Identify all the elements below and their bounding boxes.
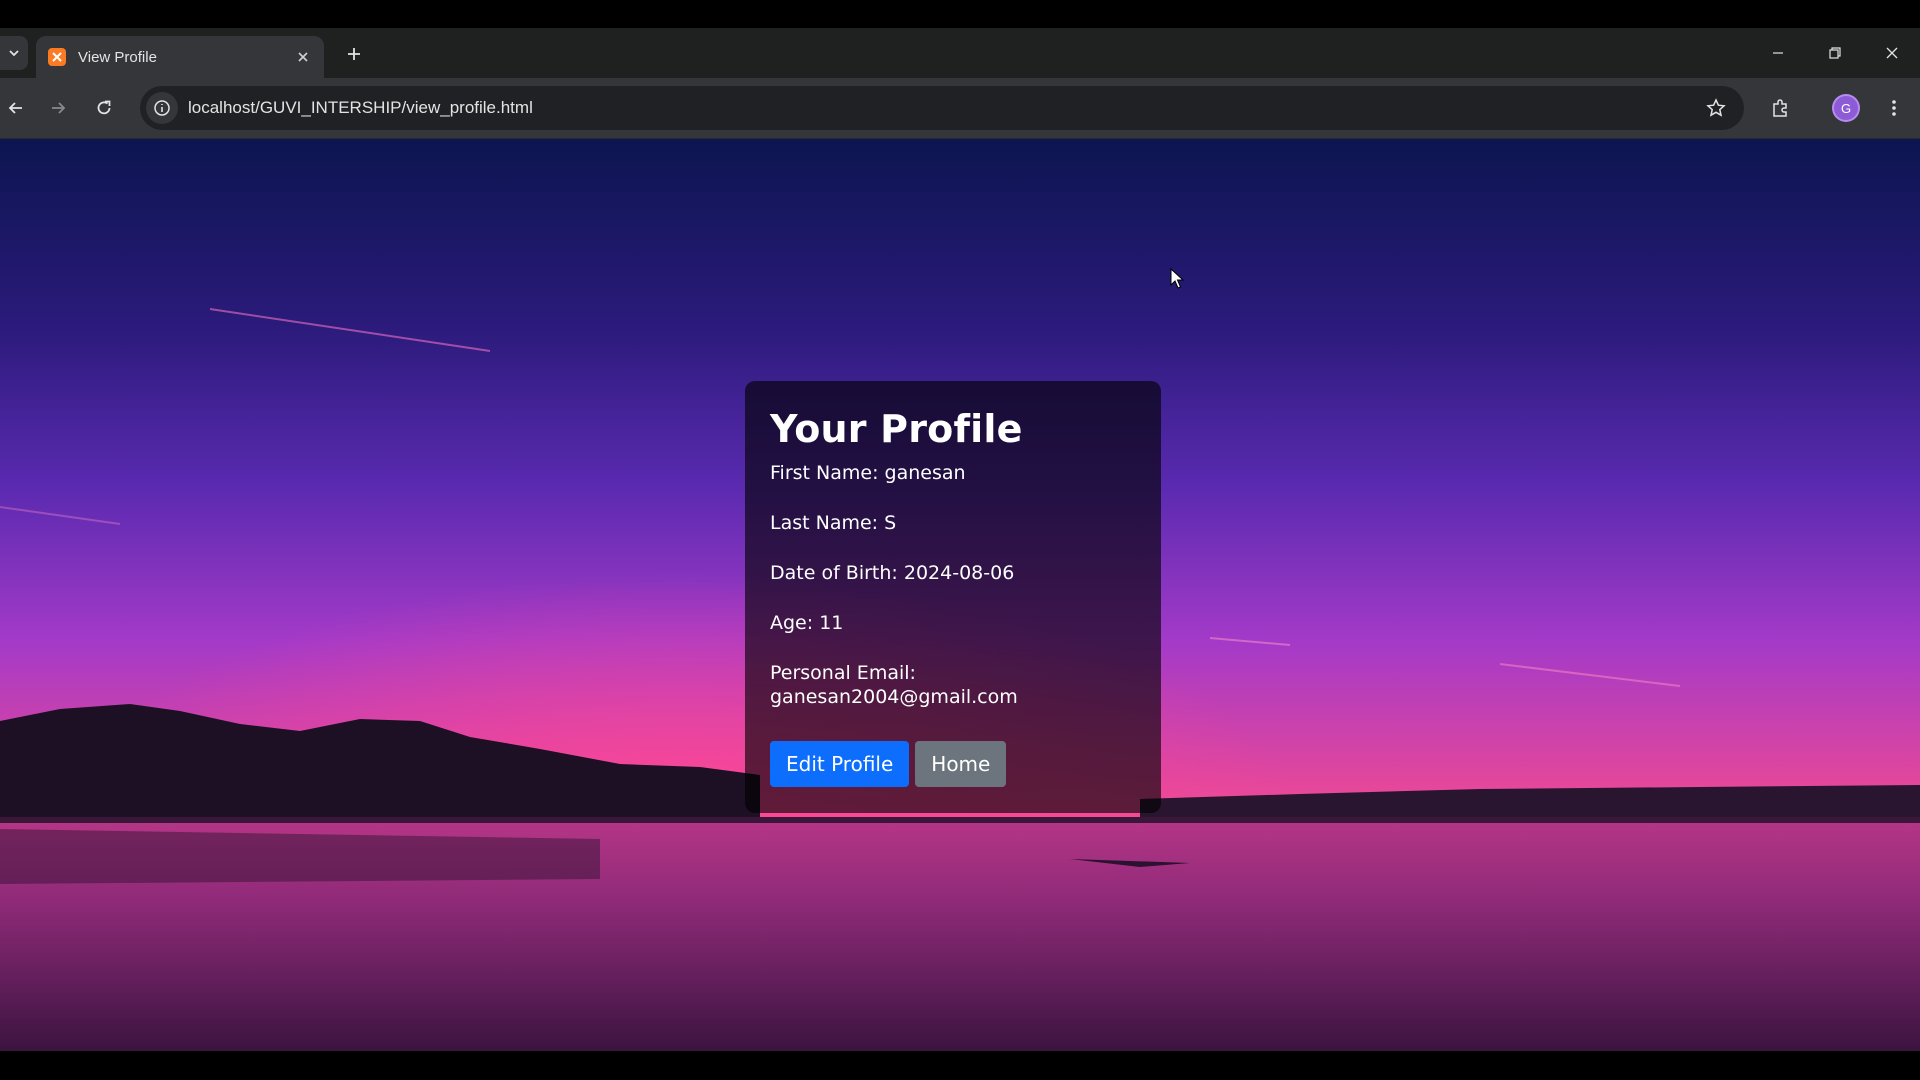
page-title: Your Profile xyxy=(770,407,1023,451)
tab-strip: View Profile xyxy=(0,28,1920,78)
first-name-text: First Name: ganesan xyxy=(770,462,966,484)
tab-close-icon[interactable] xyxy=(292,46,314,68)
reload-button[interactable] xyxy=(88,92,120,124)
date-of-birth-text: Date of Birth: 2024-08-06 xyxy=(770,562,1015,584)
page-viewport: Your Profile First Name: ganesan Last Na… xyxy=(0,139,1920,1051)
arrow-left-icon xyxy=(8,102,22,114)
close-window-button[interactable] xyxy=(1863,28,1920,78)
browser-menu-button[interactable] xyxy=(1878,92,1910,124)
screen: View Profile localhost/GUVI_INTERSHIP/vi… xyxy=(0,0,1920,1080)
minimize-icon xyxy=(1772,52,1783,54)
url-text[interactable]: localhost/GUVI_INTERSHIP/view_profile.ht… xyxy=(188,98,1700,118)
mouse-cursor-icon xyxy=(1170,268,1185,289)
window-controls xyxy=(1749,28,1920,78)
back-button[interactable] xyxy=(0,92,32,124)
xampp-favicon-icon xyxy=(48,48,66,66)
minimize-button[interactable] xyxy=(1749,28,1806,78)
forward-button[interactable] xyxy=(42,92,74,124)
restore-button[interactable] xyxy=(1806,28,1863,78)
profile-button[interactable]: G xyxy=(1830,92,1862,124)
profile-card: Your Profile First Name: ganesan Last Na… xyxy=(745,381,1161,813)
kebab-menu-icon xyxy=(1892,100,1896,116)
plus-icon xyxy=(348,48,360,60)
personal-email-text: Personal Email: ganesan2004@gmail.com xyxy=(770,662,1018,708)
age-text: Age: 11 xyxy=(770,612,844,634)
tab-search-button[interactable] xyxy=(0,36,28,70)
avatar: G xyxy=(1834,96,1858,120)
reload-icon xyxy=(97,100,111,115)
new-tab-button[interactable] xyxy=(340,40,368,68)
tab-title: View Profile xyxy=(78,48,157,66)
last-name-text: Last Name: S xyxy=(770,512,897,534)
address-bar[interactable]: localhost/GUVI_INTERSHIP/view_profile.ht… xyxy=(140,86,1744,130)
chevron-down-icon xyxy=(9,50,19,57)
bookmark-star-icon[interactable] xyxy=(1700,92,1732,124)
puzzle-icon xyxy=(1773,99,1787,117)
browser-tab-active[interactable]: View Profile xyxy=(36,36,324,78)
extensions-button[interactable] xyxy=(1764,92,1796,124)
arrow-right-icon xyxy=(52,102,66,114)
home-button[interactable]: Home xyxy=(915,741,1007,787)
edit-profile-button[interactable]: Edit Profile xyxy=(770,741,910,787)
site-info-icon[interactable] xyxy=(146,92,178,124)
card-actions: Edit Profile Home xyxy=(770,741,1007,787)
restore-icon xyxy=(1828,47,1841,59)
close-icon xyxy=(1886,47,1897,59)
browser-toolbar: localhost/GUVI_INTERSHIP/view_profile.ht… xyxy=(0,78,1920,139)
